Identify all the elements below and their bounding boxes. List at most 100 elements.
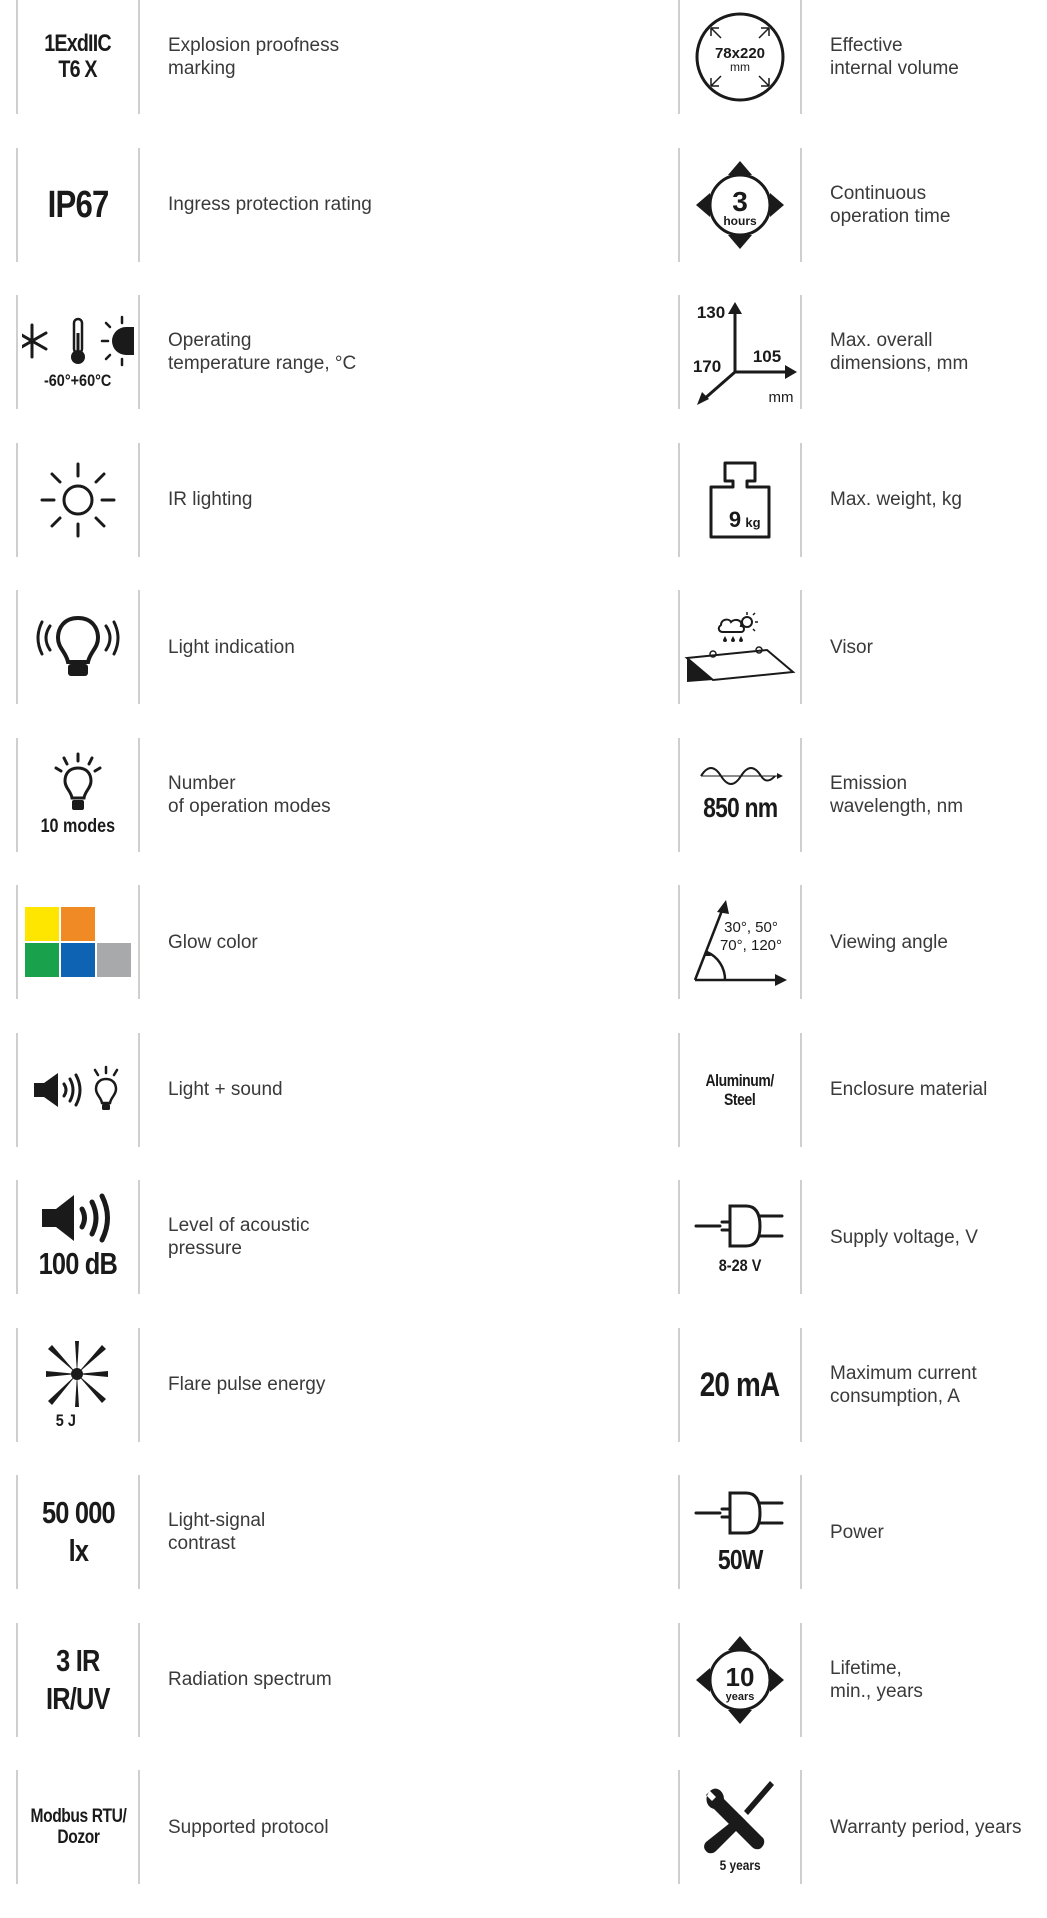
spec-label: Radiation spectrum	[168, 1669, 332, 1690]
swatch-blue	[61, 943, 95, 977]
spec-warranty: 5 years Warranty period, years	[678, 1770, 1047, 1884]
spec-label: Warranty period, years	[830, 1816, 1022, 1838]
visor-icon-box	[678, 590, 802, 704]
ir-lighting-icon-box	[16, 442, 140, 557]
spec-emission-wavelength: 850 nm Emission wavelength, nm	[678, 737, 1047, 852]
dimension-width: 105	[753, 347, 781, 366]
spec-label: Light-signal contrast	[168, 1510, 266, 1554]
ingress-value: IP67	[47, 183, 110, 226]
contrast-value-box: 50 000 lx	[16, 1475, 140, 1589]
temperature-icon	[22, 315, 134, 367]
lifetime-icon-box: 10 years	[678, 1622, 802, 1737]
axes-icon: 130 170 105 mm	[693, 302, 797, 406]
enclosure-value-box: Aluminum/ Steel	[678, 1032, 802, 1147]
spec-temperature-range: -60°+60°C Operating temperature range, °…	[16, 295, 446, 409]
cycle-arrows-icon: 10 years	[696, 1635, 784, 1724]
weight-unit: kg	[745, 515, 760, 530]
acoustic-pressure-icon-box: 100 dB	[16, 1180, 140, 1294]
spec-current-consumption: 20 mA Maximum current consumption, A	[678, 1327, 1047, 1442]
spec-label: Number of operation modes	[168, 772, 331, 817]
flare-icon	[46, 1340, 108, 1407]
spec-enclosure-material: Aluminum/ Steel Enclosure material	[678, 1032, 1047, 1147]
operation-modes-value: 10 modes	[40, 815, 116, 837]
flare-energy-value: 5 J	[55, 1410, 76, 1430]
weight-icon-box: 9 kg	[678, 442, 802, 557]
contrast-value: 50 000 lx	[41, 1495, 116, 1568]
swatch-gray	[97, 943, 131, 977]
spec-label: Max. overall dimensions, mm	[830, 330, 969, 374]
power-icon-box: 50W	[678, 1475, 802, 1589]
spec-overall-dimensions: 130 170 105 mm Max. overall dimensions, …	[678, 295, 1047, 409]
operation-modes-icon-box: 10 modes	[16, 737, 140, 852]
lifetime-value: 10	[726, 1662, 755, 1692]
spec-label: Lifetime, min., years	[830, 1657, 923, 1702]
spectrum-value-box: 3 IR IR/UV	[16, 1622, 140, 1737]
spec-light-sound: Light + sound	[16, 1032, 446, 1147]
spec-lifetime: 10 years Lifetime, min., years	[678, 1622, 1047, 1737]
spec-internal-volume: 78x220 mm Effective internal volume	[678, 0, 1047, 114]
spec-label: Light indication	[168, 636, 295, 658]
internal-volume-icon-box: 78x220 mm	[678, 0, 802, 114]
spec-label: Maximum current consumption, A	[830, 1362, 977, 1407]
spec-label: Glow color	[168, 931, 258, 953]
spec-supply-voltage: 8-28 V Supply voltage, V	[678, 1180, 1047, 1294]
angle-values-line2: 70°, 120°	[720, 937, 782, 954]
swatch-green	[25, 943, 59, 977]
swatch-yellow	[25, 907, 59, 941]
speaker-bulb-icon	[34, 1065, 119, 1110]
weight-icon: 9 kg	[709, 461, 771, 538]
protocol-value: Modbus RTU/ Dozor	[30, 1806, 126, 1848]
wavelength-value: 850 nm	[702, 791, 778, 823]
protocol-value-box: Modbus RTU/ Dozor	[16, 1770, 140, 1884]
angle-values-line1: 30°, 50°	[724, 919, 778, 936]
spec-operation-modes: 10 modes Number of operation modes	[16, 737, 446, 852]
viewing-angle-icon-box: 30°, 50° 70°, 120°	[678, 885, 802, 999]
acoustic-pressure-value: 100 dB	[38, 1246, 118, 1281]
lifetime-unit: years	[726, 1691, 755, 1703]
supply-voltage-value: 8-28 V	[718, 1256, 762, 1275]
spec-supported-protocol: Modbus RTU/ Dozor Supported protocol	[16, 1770, 446, 1884]
spec-label: Continuous operation time	[830, 182, 951, 227]
spec-label: Power	[830, 1521, 884, 1543]
spec-power: 50W Power	[678, 1475, 1047, 1589]
spec-max-weight: 9 kg Max. weight, kg	[678, 442, 1047, 557]
cycle-arrows-icon: 3 hours	[696, 160, 784, 249]
spec-continuous-operation: 3 hours Continuous operation time	[678, 147, 1047, 262]
bulb-signal-icon	[36, 615, 120, 676]
wave-icon	[700, 766, 783, 785]
spec-label: Visor	[830, 636, 873, 658]
spec-label: Effective internal volume	[830, 35, 959, 79]
weight-value: 9	[729, 507, 741, 532]
dimensions-icon-box: 130 170 105 mm	[678, 295, 802, 409]
swatch-orange	[61, 907, 95, 941]
spec-label: Emission wavelength, nm	[830, 772, 964, 817]
flare-energy-icon-box: 5 J	[16, 1327, 140, 1442]
spec-label: Viewing angle	[830, 931, 948, 953]
dimension-unit: mm	[769, 389, 794, 406]
dimension-height: 130	[697, 303, 725, 322]
volume-circle-icon: 78x220 mm	[695, 12, 785, 102]
operation-time-icon-box: 3 hours	[678, 147, 802, 262]
spectrum-value: 3 IR IR/UV	[46, 1642, 111, 1716]
volume-unit: mm	[730, 60, 750, 74]
warranty-value: 5 years	[719, 1857, 761, 1873]
dimension-depth: 170	[693, 357, 721, 376]
speaker-icon	[42, 1193, 110, 1243]
spec-explosion-marking: 1ExdIIC T6 X Explosion proofness marking	[16, 0, 446, 114]
wavelength-icon-box: 850 nm	[678, 737, 802, 852]
ingress-value-box: IP67	[16, 147, 140, 262]
explosion-marking-value: 1ExdIIC T6 X	[44, 30, 112, 83]
spec-label: Level of acoustic pressure	[168, 1215, 310, 1259]
enclosure-value: Aluminum/ Steel	[705, 1070, 775, 1109]
explosion-marking-value-box: 1ExdIIC T6 X	[16, 0, 140, 114]
glow-color-icon-box	[16, 885, 140, 999]
spec-label: Light + sound	[168, 1079, 283, 1100]
light-indication-icon-box	[16, 590, 140, 704]
color-swatches	[25, 907, 131, 977]
warranty-icon-box: 5 years	[678, 1770, 802, 1884]
spec-flare-pulse-energy: 5 J Flare pulse energy	[16, 1327, 446, 1442]
spec-glow-color: Glow color	[16, 885, 446, 999]
spec-label: Supported protocol	[168, 1816, 329, 1838]
spec-ingress-protection: IP67 Ingress protection rating	[16, 147, 446, 262]
spec-light-signal-contrast: 50 000 lx Light-signal contrast	[16, 1475, 446, 1589]
